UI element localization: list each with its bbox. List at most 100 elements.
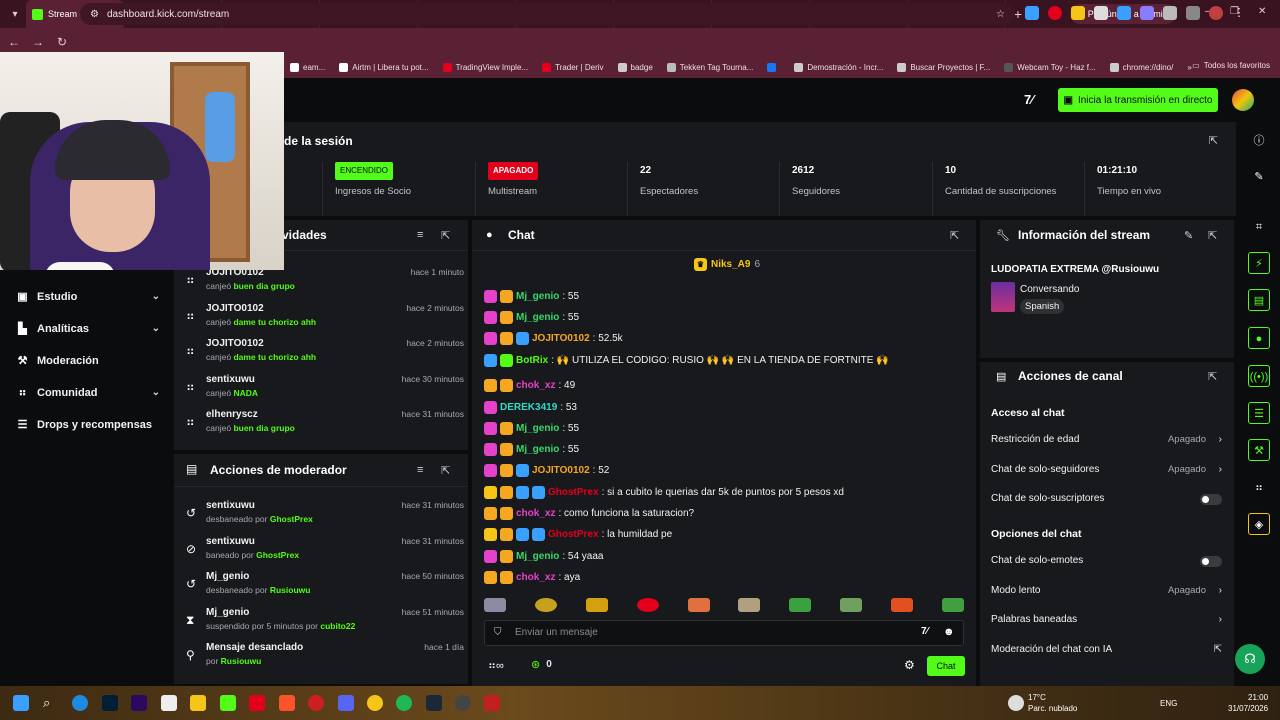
emote[interactable] [534,598,557,612]
filter-icon[interactable]: ≡ [417,464,423,476]
list-item[interactable]: ⠶ JOJITO0102 canjeó dame tu chorizo ahh hac… [184,301,464,337]
chat-settings-icon[interactable]: ⚙ [904,658,915,672]
emote[interactable] [941,598,964,612]
bookmark-item[interactable]: chrome://dino/ [1109,62,1173,72]
go-live-button[interactable]: ▣ Inicia la transmisión en directo [1058,88,1218,112]
mod-target-user[interactable]: Mensaje desanclado [206,642,303,653]
chat-username[interactable]: GhostPrex [548,529,599,540]
bolt-icon[interactable]: ⚡︎ [1248,252,1270,274]
list-item[interactable]: ⠶ JOJITO0102 canjeó buen dia grupo hace 1 m… [184,265,464,301]
channel-setting-row[interactable]: Palabras baneadas › [991,612,1224,628]
extension-icon[interactable] [1117,6,1131,20]
chat-username[interactable]: Mj_genio [516,291,559,302]
close-window-icon[interactable]: ✕ [1258,6,1266,17]
premiere-icon[interactable] [131,695,147,711]
external-link-icon[interactable]: ⇱ [1214,642,1222,658]
chat-username[interactable]: BotRix [516,355,548,366]
extension-icon[interactable] [1071,6,1085,20]
popout-icon[interactable]: ⇱ [950,229,959,242]
channel-setting-row[interactable]: Chat de solo-suscriptores [991,491,1224,507]
chat-message[interactable]: DEREK3419: 53 [484,401,577,414]
chat-message[interactable]: chok_xz: aya [484,571,580,584]
community-icon[interactable]: ⠶ [1248,477,1270,499]
bookmark-item[interactable]: Demostración - Incr... [794,62,883,72]
chevron-right-icon[interactable]: › [1219,583,1222,599]
list-icon[interactable]: ☰ [1248,402,1270,424]
emote[interactable] [738,598,761,612]
popout-icon[interactable]: ⇱ [441,464,450,477]
chat-username[interactable]: JOJITO0102 [532,333,590,344]
chevron-right-icon[interactable]: › [1219,612,1222,628]
chat-message[interactable]: Mj_genio: 55 [484,443,579,456]
chat-message[interactable]: chok_xz: 49 [484,379,575,392]
channel-setting-row[interactable]: Chat de solo-emotes [991,553,1224,569]
voicemod-icon[interactable] [484,695,500,711]
list-item[interactable]: ⊘ sentixuwu baneado por GhostPrex hace 31 m… [184,534,464,570]
minecraft-icon[interactable] [220,695,236,711]
chat-message[interactable]: Mj_genio: 54 yaaa [484,550,604,563]
deriv-icon[interactable] [249,695,265,711]
info-icon[interactable]: ⓘ [1248,130,1270,152]
sidebar-item-moderacion[interactable]: ⚒ Moderación [16,354,160,368]
edit-icon[interactable]: ✎ [1248,166,1270,188]
activity-user[interactable]: sentixuwu [206,374,255,385]
bookmark-item[interactable]: TradingView Imple... [442,62,528,72]
forward-icon[interactable]: → [26,35,50,49]
chat-input[interactable]: ⛉ Enviar un mensaje 7⁄ ☻ [484,620,964,646]
extension-icon[interactable] [1140,6,1154,20]
bookmark-item[interactable]: badge [617,62,653,72]
community-icon[interactable]: ⠶∞ [488,659,504,672]
moderator-name[interactable]: GhostPrex [270,514,313,524]
mod-target-user[interactable]: Mj_genio [206,607,249,618]
chat-username[interactable]: JOJITO0102 [532,465,590,476]
store-icon[interactable] [161,695,177,711]
weather-icon[interactable] [1008,695,1024,711]
profile-icon[interactable] [1209,6,1223,20]
bookmark-item[interactable]: eam... [290,62,325,72]
chrome-icon[interactable] [367,695,383,711]
avatar[interactable] [1232,89,1254,111]
emote[interactable] [687,598,710,612]
send-chat-button[interactable]: Chat [927,656,965,676]
chat-username[interactable]: GhostPrex [548,487,599,498]
chat-message[interactable]: BotRix: 🙌 UTILIZA EL CODIGO: RUSIO 🙌 🙌 E… [484,354,889,367]
tab-list-icon[interactable] [1186,6,1200,20]
popout-icon[interactable]: ⇱ [441,229,450,242]
bookmark-item[interactable]: Webcam Toy - Haz f... [1004,62,1096,72]
chat-message[interactable]: GhostPrex: si a cubito le querias dar 5k… [484,486,844,499]
bookmark-item[interactable]: Buscar Proyectos | F... [897,62,990,72]
sidebar-item-drops[interactable]: ☰ Drops y recompensas [16,418,160,432]
list-item[interactable]: ↺ sentixuwu desbaneado por GhostPrex hace 3… [184,498,464,534]
extension-icon[interactable] [1048,6,1062,20]
folder-icon[interactable] [190,695,206,711]
list-item[interactable]: ⠶ JOJITO0102 canjeó dame tu chorizo ahh hac… [184,336,464,372]
help-button[interactable]: ☊ [1235,644,1265,674]
moderator-name[interactable]: GhostPrex [256,550,299,560]
moderator-name[interactable]: Rusiouwu [221,656,262,666]
channel-points[interactable]: ⊛ 0 [531,658,552,671]
chat-message[interactable]: JOJITO0102: 52.5k [484,332,623,345]
chat-username[interactable]: chok_xz [516,508,555,519]
category-thumbnail[interactable] [991,282,1015,312]
menu-icon[interactable]: ⋮ [1232,6,1246,20]
list-item[interactable]: ↺ Mj_genio desbaneado por Rusiouwu hace 50 … [184,569,464,605]
drops-icon[interactable]: ◈ [1248,513,1270,535]
pinned-user[interactable]: ♛ Niks_A9 6 [694,258,760,271]
list-item[interactable]: ⧗ Mj_genio suspendido por 5 minutos por cu… [184,605,464,641]
bookmark-star-icon[interactable]: ☆ [996,9,1005,20]
popout-icon[interactable]: ⇱ [1208,370,1217,383]
back-icon[interactable]: ← [2,35,26,49]
chat-message[interactable]: chok_xz: como funciona la saturacion? [484,507,694,520]
search-icon[interactable]: ⌕ [43,695,59,711]
moderator-name[interactable]: Rusiouwu [270,585,311,595]
emote[interactable] [891,598,913,612]
mod-target-user[interactable]: Mj_genio [206,571,249,582]
extensions-puzzle-icon[interactable] [1163,6,1177,20]
kick-studio-icon[interactable]: 7⁄ [1024,92,1033,107]
notes-icon[interactable]: ▤ [1248,289,1270,311]
windows-start-icon[interactable] [13,695,29,711]
edit-icon[interactable]: ✎ [1184,229,1193,242]
chevron-right-icon[interactable]: › [1219,462,1222,478]
activity-user[interactable]: elhenryscz [206,409,258,420]
mod-target-user[interactable]: sentixuwu [206,500,255,511]
